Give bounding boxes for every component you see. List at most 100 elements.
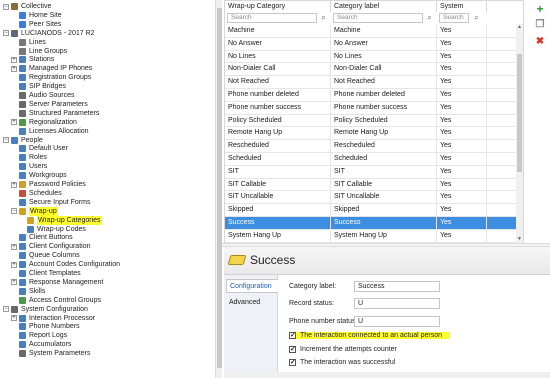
scroll-down-icon[interactable]: ▼ [516, 236, 523, 243]
tree-item[interactable]: Structured Parameters [11, 109, 99, 118]
tree-item[interactable]: − System Configuration [3, 305, 88, 314]
tree-item[interactable]: + Account Codes Configuration [11, 260, 120, 269]
tree-item[interactable]: Server Parameters [11, 100, 88, 109]
table-row[interactable]: System Hang Up System Hang Up Yes [225, 229, 517, 243]
search-filter-icon[interactable]: ⌕ [319, 13, 328, 22]
tree-item[interactable]: Home Site [11, 11, 62, 20]
tab-configuration[interactable]: Configuration [226, 279, 278, 293]
column-header-category[interactable]: Wrap-up Category [225, 1, 331, 12]
tree-item[interactable]: Lines [11, 38, 46, 47]
expand-icon[interactable]: + [11, 315, 17, 321]
table-row[interactable]: Scheduled Scheduled Yes [225, 153, 517, 166]
tree-item[interactable]: Default User [11, 144, 68, 153]
record-status-field[interactable]: U [354, 298, 440, 309]
table-row[interactable]: Machine Machine Yes [225, 25, 517, 38]
tree-item[interactable]: Registration Groups [11, 73, 91, 82]
table-row[interactable]: Remote Hang Up Remote Hang Up Yes [225, 127, 517, 141]
search-input-category[interactable]: Search [227, 13, 317, 23]
tree-item[interactable]: + Managed IP Phones [11, 64, 92, 73]
table-row[interactable]: Phone number success Phone number success… [225, 101, 517, 115]
checkbox[interactable]: ✓ [289, 332, 296, 339]
collapse-icon[interactable]: − [11, 208, 17, 215]
search-filter-icon[interactable]: ⌕ [425, 13, 434, 22]
checkbox[interactable]: ✓ [289, 346, 296, 353]
collapse-icon[interactable]: − [3, 30, 9, 37]
tree-item[interactable]: + Password Policies [11, 180, 86, 189]
tree-item[interactable]: Client Templates [11, 269, 81, 278]
expand-icon[interactable]: + [11, 261, 17, 268]
tree-scrollbar[interactable] [215, 0, 222, 378]
tree-item[interactable]: Secure Input Forms [11, 198, 90, 207]
tree-item[interactable]: + Stations [11, 55, 54, 64]
scroll-up-icon[interactable]: ▲ [516, 24, 523, 31]
tree-item[interactable]: − Collective [3, 2, 51, 11]
table-row[interactable]: Skipped Skipped Yes [225, 204, 517, 217]
table-row[interactable]: SIT SIT Yes [225, 165, 517, 179]
collapse-icon[interactable]: − [3, 306, 9, 313]
tree-item[interactable]: Wrap-up Categories [19, 215, 102, 225]
tree-item[interactable]: Report Logs [11, 331, 67, 340]
table-row[interactable]: No Lines No Lines Yes [225, 50, 517, 64]
search-input-label[interactable]: Search [333, 13, 423, 23]
add-icon[interactable]: + [533, 2, 547, 16]
tab-advanced[interactable]: Advanced [226, 296, 278, 310]
tree-item[interactable]: Audio Sources [11, 91, 75, 100]
tree-item[interactable]: Licenses Allocation [11, 127, 89, 136]
tree-item[interactable]: Users [11, 162, 47, 171]
tree-item[interactable]: System Parameters [11, 349, 90, 358]
column-header-label[interactable]: Category label [331, 1, 437, 12]
column-header-system[interactable]: System [437, 1, 487, 12]
table-row[interactable]: Non-Dialer Call Non-Dialer Call Yes [225, 63, 517, 77]
detail-scrollbar[interactable] [224, 372, 550, 378]
collapse-icon[interactable]: − [3, 3, 9, 10]
tree-item[interactable]: Accumulators [11, 340, 71, 349]
category-label-field[interactable]: Success [354, 281, 440, 292]
table-row[interactable]: SIT Uncallable SIT Uncallable Yes [225, 191, 517, 205]
expand-icon[interactable]: + [11, 56, 17, 63]
tree-item[interactable]: SIP Bridges [11, 82, 66, 91]
tree-scroll-thumb[interactable] [217, 8, 222, 368]
collapse-icon[interactable]: − [3, 137, 9, 143]
checkbox[interactable]: ✓ [289, 359, 296, 366]
tree-item[interactable]: + Interaction Processor [11, 314, 95, 323]
tree-item[interactable]: − LUCIANODS - 2017 R2 [3, 29, 95, 38]
tree-item[interactable]: Schedules [11, 189, 62, 198]
tree-item[interactable]: Skills [11, 287, 45, 296]
tree-item[interactable]: Phone Numbers [11, 322, 80, 331]
table-row[interactable]: Policy Scheduled Policy Scheduled Yes [225, 114, 517, 128]
expand-icon[interactable]: + [11, 65, 17, 72]
grid-scroll-thumb[interactable] [517, 54, 522, 172]
tree-item[interactable]: + Client Configuration [11, 242, 90, 251]
tree-item[interactable]: − Wrap-up [11, 206, 58, 216]
check-interaction-successful[interactable]: ✓ The interaction was successful [289, 359, 395, 366]
table-row[interactable]: Not Reached Not Reached Yes [225, 76, 517, 89]
check-increment-attempts[interactable]: ✓ Increment the attempts counter [289, 346, 397, 353]
tree-item[interactable]: Roles [11, 153, 47, 162]
tree-item[interactable]: Queue Columns [11, 251, 80, 260]
phone-number-status-field[interactable]: U [354, 316, 440, 327]
tree-item[interactable]: Peer Sites [11, 20, 61, 29]
tree-item[interactable]: + Regionalization [11, 118, 77, 127]
copy-icon[interactable]: ❐ [533, 18, 547, 32]
expand-icon[interactable]: + [11, 181, 17, 188]
table-row[interactable]: SIT Callable SIT Callable Yes [225, 178, 517, 192]
grid-scrollbar[interactable]: ▲ ▼ [516, 24, 523, 243]
delete-icon[interactable]: ✖ [533, 35, 547, 49]
tree-item[interactable]: Wrap-up Codes [19, 225, 86, 234]
tree-item[interactable]: Workgroups [11, 171, 67, 180]
expand-icon[interactable]: + [11, 119, 17, 126]
tree-item[interactable]: Access Control Groups [11, 296, 101, 305]
table-row[interactable]: Rescheduled Rescheduled Yes [225, 140, 517, 153]
tree-item[interactable]: Client Buttons [11, 233, 73, 242]
tree-item[interactable]: − People [3, 136, 43, 145]
search-filter-icon[interactable]: ⌕ [472, 13, 481, 22]
table-row[interactable]: Success Success Yes [225, 217, 517, 230]
check-connected-to-person[interactable]: ✓ The interaction connected to an actual… [289, 332, 451, 339]
expand-icon[interactable]: + [11, 279, 17, 286]
search-input-system[interactable]: Search [439, 13, 469, 23]
tree-item[interactable]: Line Groups [11, 47, 67, 56]
table-row[interactable]: No Answer No Answer Yes [225, 37, 517, 51]
tree-item[interactable]: + Response Management [11, 278, 103, 287]
expand-icon[interactable]: + [11, 243, 17, 250]
table-row[interactable]: Phone number deleted Phone number deleted… [225, 89, 517, 102]
